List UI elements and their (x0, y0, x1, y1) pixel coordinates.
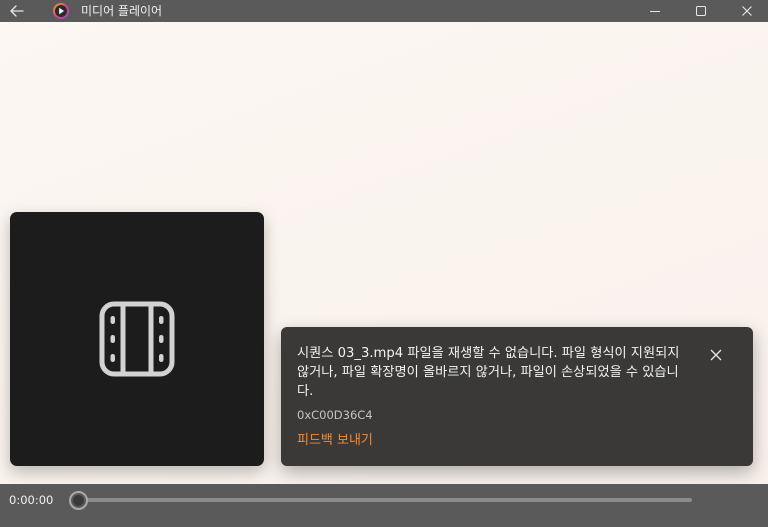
media-player-icon (52, 2, 70, 20)
error-toast: 시퀀스 03_3.mp4 파일을 재생할 수 없습니다. 파일 형식이 지원되지… (281, 327, 753, 466)
current-time: 0:00:00 (9, 493, 54, 507)
seek-bar[interactable] (78, 498, 692, 502)
close-button[interactable] (724, 0, 768, 22)
media-thumbnail (10, 212, 264, 466)
minimize-icon (650, 11, 660, 12)
error-message: 시퀀스 03_3.mp4 파일을 재생할 수 없습니다. 파일 형식이 지원되지… (297, 346, 680, 399)
back-arrow-icon (10, 5, 24, 17)
window-title: 미디어 플레이어 (81, 4, 163, 18)
title-bar: 미디어 플레이어 (0, 0, 768, 22)
transport-bar: 0:00:00 (0, 484, 768, 527)
back-button[interactable] (6, 0, 28, 22)
minimize-button[interactable] (632, 0, 678, 22)
error-code: 0xC00D36C4 (297, 408, 373, 422)
seek-thumb-center (72, 495, 84, 506)
toast-close-button[interactable] (708, 347, 724, 363)
maximize-button[interactable] (678, 0, 724, 22)
send-feedback-link[interactable]: 피드백 보내기 (297, 433, 373, 449)
close-icon (710, 349, 722, 361)
seek-thumb[interactable] (68, 491, 88, 510)
film-icon (99, 301, 175, 377)
maximize-icon (696, 6, 706, 16)
close-icon (742, 6, 752, 16)
